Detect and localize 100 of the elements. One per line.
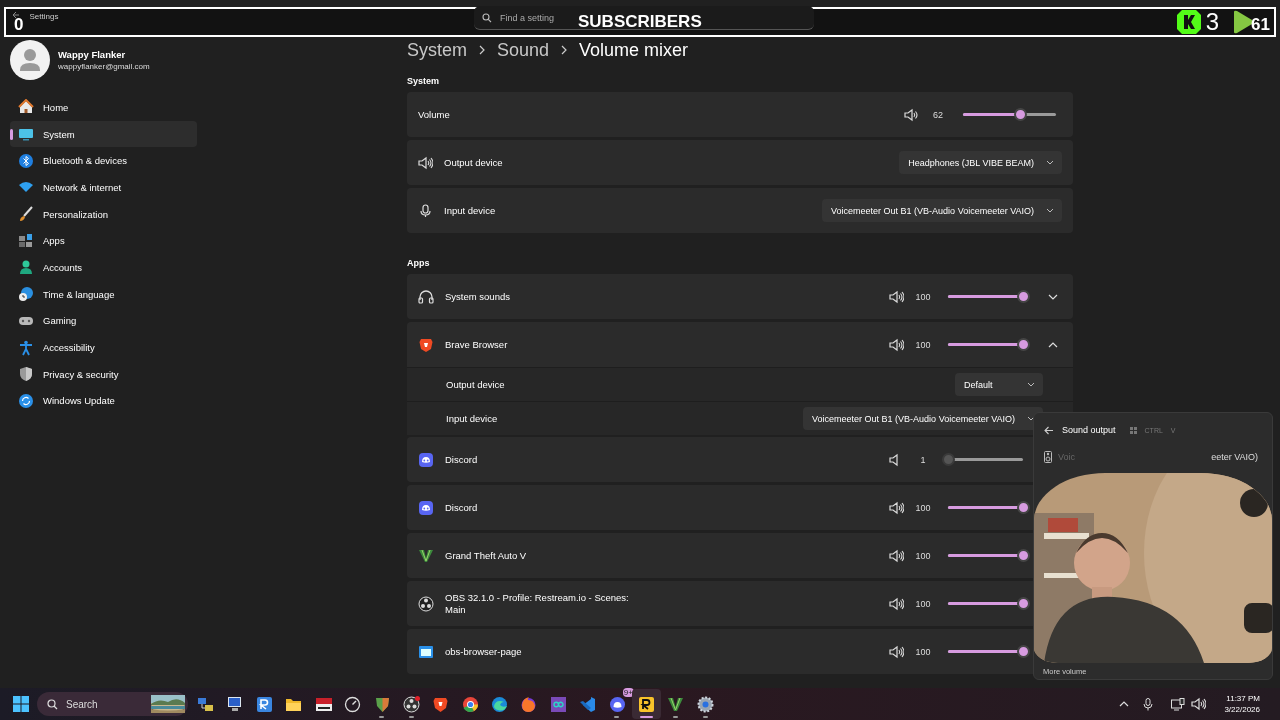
letter-r-tile-icon <box>255 695 273 713</box>
subscribers-label: SUBSCRIBERS <box>578 12 702 32</box>
running-indicator <box>408 716 414 718</box>
computer-icon <box>226 695 244 713</box>
person-icon <box>18 259 34 276</box>
device-dropdown[interactable]: Headphones (JBL VIBE BEAM) <box>899 151 1062 174</box>
running-indicator <box>673 716 679 718</box>
globe-clock-icon <box>18 286 34 303</box>
bluetooth-icon <box>18 152 34 169</box>
back-arrow-icon[interactable] <box>1044 425 1054 435</box>
start-icon[interactable] <box>13 696 29 712</box>
clock-button[interactable]: 11:37 PM 3/22/2026 <box>1224 694 1260 714</box>
gauge-icon <box>344 695 362 713</box>
speaker-icon <box>889 500 904 515</box>
app-name: Discord <box>445 453 478 466</box>
letter-r-tile-icon <box>638 695 656 713</box>
chevron-up-icon[interactable] <box>1048 341 1058 348</box>
app-name: Discord <box>445 501 478 514</box>
volume-value: 100 <box>915 502 931 513</box>
device-dropdown[interactable]: Voicemeeter Out B1 (VB-Audio Voicemeeter VAIO) <box>803 407 1043 430</box>
chevron-down-icon <box>1027 416 1035 421</box>
device-dropdown[interactable]: Default <box>955 373 1043 396</box>
setting-label: Output device <box>446 379 506 390</box>
network-monitor-icon <box>1171 697 1186 711</box>
sidebar-item[interactable]: Accounts <box>10 254 197 281</box>
setting-label: Output device <box>444 157 504 168</box>
volume-value: 100 <box>915 646 931 657</box>
app-name: Brave Browser <box>445 338 508 351</box>
setting-label: Input device <box>444 205 497 216</box>
speaker-icon <box>889 644 904 659</box>
section-heading: Apps <box>407 258 431 268</box>
home-icon <box>18 99 34 116</box>
speaker-icon <box>889 596 904 611</box>
microphone-icon <box>418 203 433 218</box>
sidebar-item[interactable]: Privacy & security <box>10 360 197 388</box>
chevron-right-icon <box>561 45 568 55</box>
speaker-icon <box>418 155 433 170</box>
sidebar-item[interactable]: Windows Update <box>10 387 197 415</box>
speaker-icon <box>904 107 919 122</box>
volume-value: 100 <box>915 598 931 609</box>
sidebar-item[interactable]: Time & language <box>10 280 197 308</box>
headphones-icon <box>418 288 434 305</box>
sidebar-item[interactable]: Apps <box>10 227 197 255</box>
chevron-right-icon <box>479 45 485 55</box>
setting-label: Volume <box>418 109 451 120</box>
sidebar-item[interactable]: Network & internet <box>10 174 197 201</box>
volume-value: 1 <box>919 454 927 465</box>
running-indicator <box>614 716 620 718</box>
device-dropdown[interactable]: Voicemeeter Out B1 (VB-Audio Voicemeeter VAIO) <box>822 199 1062 222</box>
sidebar-item[interactable]: Home <box>10 94 197 121</box>
breadcrumb-link[interactable]: System <box>407 39 467 61</box>
search-icon <box>482 13 492 23</box>
device-name: eeter VAIO) <box>1211 452 1258 462</box>
app-name: Grand Theft Auto V <box>445 549 527 562</box>
chevron-down-icon[interactable] <box>1048 293 1058 300</box>
avatar-icon <box>10 40 50 80</box>
sidebar-item[interactable]: Accessibility <box>10 334 197 361</box>
sidebar-item[interactable]: Bluetooth & devices <box>10 147 197 175</box>
kick-count: 3 <box>1205 8 1220 36</box>
shield-v-icon <box>373 695 391 713</box>
sidebar-item[interactable]: Gaming <box>10 307 197 335</box>
chevron-down-icon <box>1046 160 1054 165</box>
sidebar-item[interactable]: Personalization <box>10 200 197 228</box>
taskbar-app[interactable]: 9+ <box>602 689 632 719</box>
chevron-up-icon[interactable] <box>1119 701 1130 707</box>
chevron-down-icon <box>1046 208 1054 213</box>
breadcrumb-link[interactable]: Sound <box>497 39 550 61</box>
letter-v-icon <box>667 695 685 713</box>
network-computers-icon <box>197 695 215 713</box>
gear-icon <box>696 695 714 713</box>
window-icon <box>418 643 434 660</box>
chevron-down-icon <box>1027 382 1035 387</box>
wave-circle-icon <box>491 695 509 713</box>
account-name: Wappy Flanker <box>58 49 127 60</box>
flyout-title: Sound output <box>1062 425 1116 435</box>
microphone-icon[interactable] <box>1143 697 1154 711</box>
letter-v-icon <box>418 547 434 564</box>
record-circle-icon <box>402 695 420 713</box>
speaker-icon <box>889 548 904 563</box>
running-indicator <box>379 716 385 718</box>
account-email: wappyflanker@gmail.com <box>58 62 150 71</box>
sidebar-item[interactable]: System <box>10 120 197 148</box>
page-title: Volume mixer <box>579 39 689 61</box>
apps-icon <box>18 232 34 249</box>
subscriber-count: 0 <box>14 15 24 35</box>
taskbar-app[interactable] <box>631 689 662 719</box>
app-name: OBS 32.1.0 - Profile: Restream.io - Scenes: Main <box>445 591 630 616</box>
ring-circle-icon <box>461 695 479 713</box>
speaker-icon <box>1191 697 1207 711</box>
monitor-icon <box>18 126 34 143</box>
speaker-icon <box>889 337 904 352</box>
window-title: Settings <box>29 12 59 21</box>
notification-badge: 9+ <box>622 688 634 697</box>
app-name: obs-browser-page <box>445 645 522 658</box>
running-indicator <box>639 716 653 718</box>
setting-label: Input device <box>446 413 499 424</box>
speaker-box-icon <box>1044 451 1052 463</box>
volume-value: 100 <box>915 550 931 561</box>
infinity-tile-icon <box>549 695 567 713</box>
update-icon <box>18 392 34 409</box>
